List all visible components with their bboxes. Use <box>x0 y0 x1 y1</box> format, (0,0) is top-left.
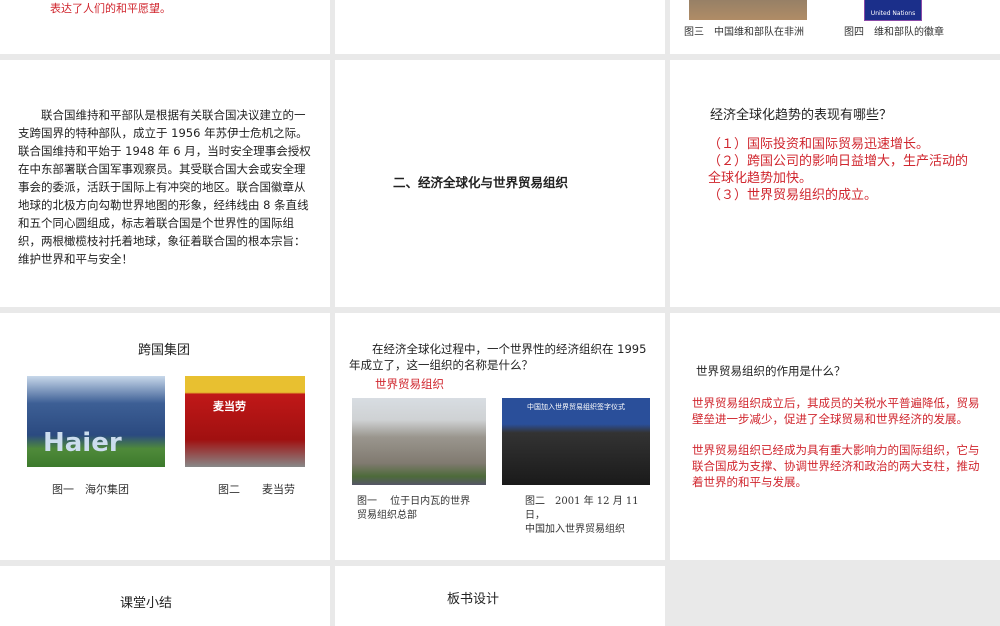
slide-question: 在经济全球化过程中，一个世界性的经济组织在 1995 年成立了，这一组织的名称是… <box>349 342 647 372</box>
wto-headquarters-photo <box>352 398 486 485</box>
slide-thumbnail-11[interactable]: 板书设计 <box>335 566 665 626</box>
slide-title: 板书设计 <box>447 592 500 607</box>
slide-thumbnail-9[interactable]: 世界贸易组织的作用是什么？ 世界贸易组织成立后，其成员的关税水平普遍降低，贸易壁… <box>670 313 1000 560</box>
caption-1: 图一 位于日内瓦的世界贸易组织总部 <box>357 496 471 521</box>
slide-thumbnail-2[interactable] <box>335 0 665 54</box>
slide-question: 世界贸易组织的作用是什么？ <box>696 364 846 378</box>
mcdonalds-sign-text: 麦当劳 <box>213 400 246 413</box>
mcdonalds-photo: 麦当劳 <box>185 376 305 467</box>
haier-logo-text: Haier <box>43 428 122 458</box>
answer-1: 世界贸易组织成立后，其成员的关税水平普遍降低，贸易壁垒进一步减少，促进了全球贸易… <box>692 396 980 426</box>
slide-thumbnail-3[interactable]: United Nations 图三 中国维和部队在非洲 图四 维和部队的徽章 <box>670 0 1000 54</box>
slide-thumbnail-8[interactable]: 在经济全球化过程中，一个世界性的经济组织在 1995 年成立了，这一组织的名称是… <box>335 313 665 560</box>
answer-3: （３）世界贸易组织的成立。 <box>708 188 878 203</box>
slide-title: 课堂小结 <box>120 596 173 611</box>
slide-thumbnail-6[interactable]: 经济全球化趋势的表现有哪些？ （１）国际投资和国际贸易迅速增长。 （２）跨国公司… <box>670 60 1000 307</box>
slide-thumbnail-5[interactable]: 二、经济全球化与世界贸易组织 <box>335 60 665 307</box>
answer-1: （１）国际投资和国际贸易迅速增长。 <box>708 137 930 152</box>
slide-title: 二、经济全球化与世界贸易组织 <box>393 175 569 190</box>
slide-question: 经济全球化趋势的表现有哪些？ <box>710 108 893 123</box>
slide-answer: 世界贸易组织 <box>375 377 444 391</box>
slide-thumbnail-1[interactable]: 表达了人们的和平愿望。 <box>0 0 330 54</box>
slide-text: 表达了人们的和平愿望。 <box>50 2 171 15</box>
peacekeepers-photo <box>689 0 807 20</box>
slide-title: 跨国集团 <box>138 343 191 358</box>
wto-signing-photo: 中国加入世界贸易组织签字仪式 <box>502 398 650 485</box>
caption-2: 图二 2001 年 12 月 11 日， <box>525 496 639 521</box>
haier-photo: Haier <box>27 376 165 467</box>
caption-2: 图二 麦当劳 <box>218 483 295 496</box>
caption-4: 图四 维和部队的徽章 <box>844 27 944 38</box>
caption-2b: 中国加入世界贸易组织 <box>525 524 625 535</box>
answer-2: （２）跨国公司的影响日益增大，生产活动的全球化趋势加快。 <box>708 154 969 186</box>
emblem-text: United Nations <box>870 10 916 17</box>
answer-2: 世界贸易组织已经成为具有重大影响力的国际组织，它与联合国成为支撑、协调世界经济和… <box>692 443 980 489</box>
slide-thumbnail-4[interactable]: 联合国维持和平部队是根据有关联合国决议建立的一支跨国界的特种部队，成立于 195… <box>0 60 330 307</box>
slide-thumbnail-10[interactable]: 课堂小结 <box>0 566 330 626</box>
caption-3: 图三 中国维和部队在非洲 <box>684 27 804 38</box>
caption-1: 图一 海尔集团 <box>52 483 129 496</box>
banner-text: 中国加入世界贸易组织签字仪式 <box>527 403 625 411</box>
un-emblem-image: United Nations <box>864 0 922 21</box>
slide-thumbnail-7[interactable]: 跨国集团 Haier 麦当劳 图一 海尔集团 图二 麦当劳 <box>0 313 330 560</box>
slide-text: 联合国维持和平部队是根据有关联合国决议建立的一支跨国界的特种部队，成立于 195… <box>18 108 311 266</box>
